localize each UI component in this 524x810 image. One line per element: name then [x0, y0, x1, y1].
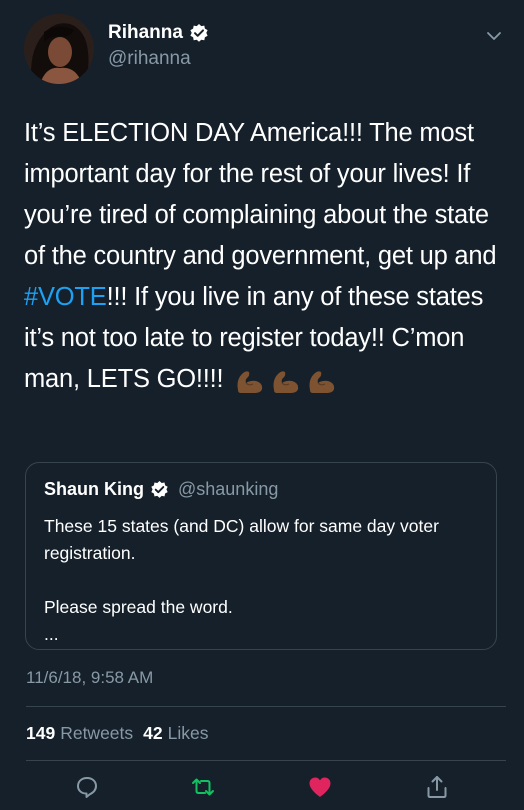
flexed-biceps-icon	[270, 366, 302, 394]
flexed-biceps-icon	[306, 366, 338, 394]
quoted-text-ellipsis: ...	[44, 624, 59, 644]
divider	[26, 706, 506, 707]
chevron-down-icon[interactable]	[484, 28, 504, 44]
likes-label: Likes	[167, 723, 209, 743]
likes-count: 42	[143, 723, 163, 743]
divider	[26, 760, 506, 761]
author-info: Rihanna @rihanna	[108, 20, 209, 70]
share-icon[interactable]	[424, 774, 450, 800]
flexed-biceps-icon	[234, 366, 266, 394]
tweet-text-before: It’s ELECTION DAY America!!! The most im…	[24, 119, 497, 270]
quoted-text-line: These 15 states (and DC) allow for same …	[44, 516, 439, 563]
like-heart-icon[interactable]	[307, 774, 333, 800]
avatar[interactable]	[24, 14, 94, 84]
tweet-timestamp: 11/6/18, 9:58 AM	[26, 668, 154, 687]
tweet-actions	[0, 772, 524, 808]
emoji-group	[234, 366, 338, 394]
quoted-user-handle: @shaunking	[178, 479, 279, 499]
tweet-header: Rihanna @rihanna	[24, 14, 504, 84]
likes-stat[interactable]: 42 Likes	[143, 723, 208, 744]
verified-badge-icon	[189, 23, 209, 43]
retweets-label: Retweets	[60, 723, 134, 743]
quoted-display-name: Shaun King	[44, 479, 144, 499]
tweet-stats: 149 Retweets 42 Likes	[26, 723, 208, 744]
retweets-stat[interactable]: 149 Retweets	[26, 723, 133, 744]
quoted-tweet-text: These 15 states (and DC) allow for same …	[44, 513, 484, 648]
reply-icon[interactable]	[74, 774, 100, 800]
hashtag-link[interactable]: #VOTE	[24, 283, 107, 311]
quoted-tweet-header: Shaun King @shaunking	[44, 479, 278, 500]
retweet-icon[interactable]	[189, 774, 215, 800]
quoted-text-line: Please spread the word.	[44, 597, 233, 617]
retweets-count: 149	[26, 723, 56, 743]
user-handle[interactable]: @rihanna	[108, 48, 209, 70]
quoted-tweet-card[interactable]: Shaun King @shaunking These 15 states (a…	[25, 462, 497, 650]
verified-badge-icon	[150, 480, 170, 500]
display-name[interactable]: Rihanna	[108, 22, 183, 44]
tweet-text: It’s ELECTION DAY America!!! The most im…	[24, 113, 502, 400]
